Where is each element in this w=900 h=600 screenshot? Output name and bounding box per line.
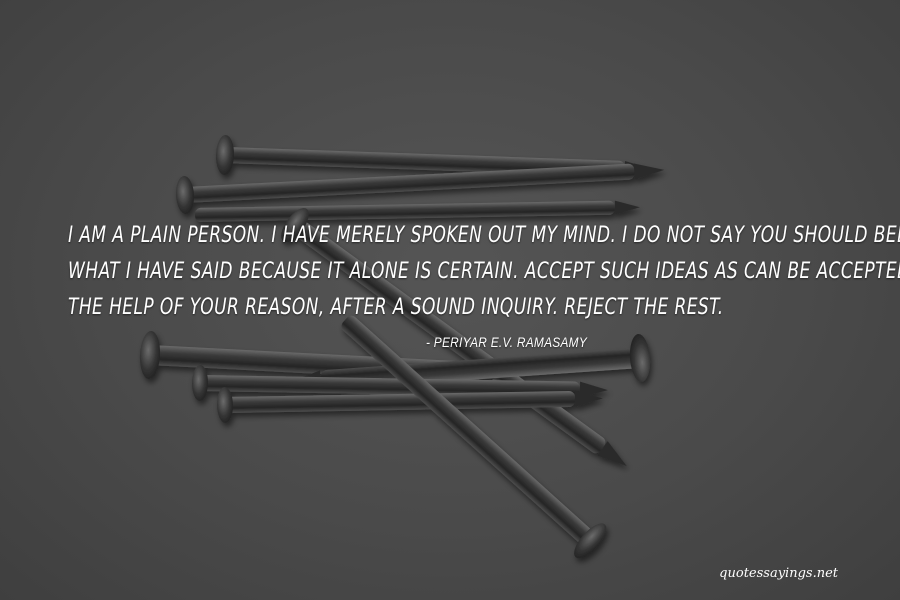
quote-line-3: the help of your reason, after a sound i… [68,295,724,320]
quote-line-1: I am a plain person. I have merely spoke… [68,223,900,248]
site-watermark: quotessayings.net [719,566,838,581]
quote-card: I am a plain person. I have merely spoke… [0,0,900,600]
quote-line-2: what I have said because it alone is cer… [68,259,900,284]
quote-text: I am a plain person. I have merely spoke… [68,218,900,326]
quote-author: - Periyar E.V. Ramasamy [426,334,588,350]
